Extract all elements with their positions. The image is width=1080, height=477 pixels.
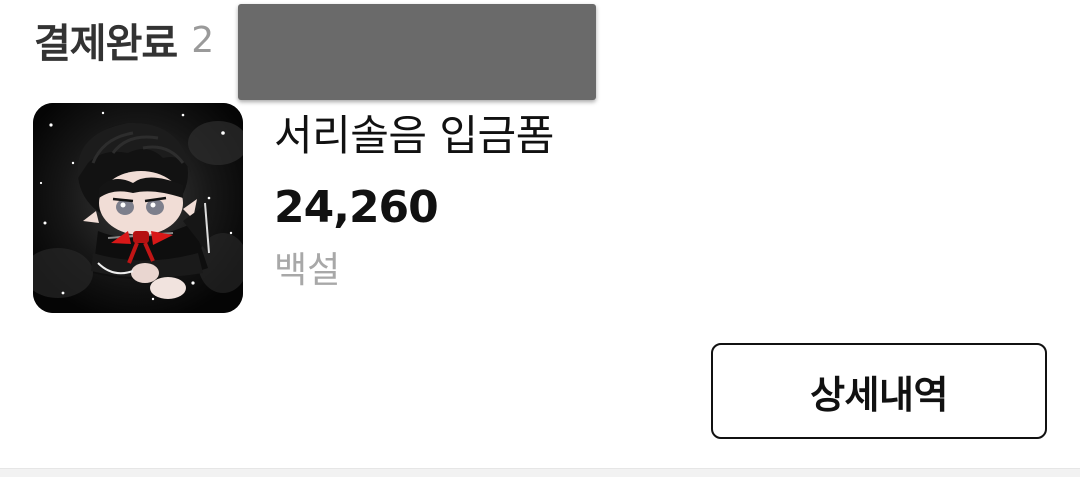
order-date: 2 [191, 19, 215, 61]
product-option: 백설 [274, 250, 341, 291]
product-name[interactable]: 서리솔음 입금폼 [274, 106, 554, 166]
redaction-box [238, 4, 596, 100]
order-details-button[interactable]: 상세내역 [711, 343, 1047, 439]
product-price: 24,260 [274, 182, 439, 233]
product-thumbnail[interactable] [33, 103, 243, 313]
product-info: 서리솔음 입금폼 24,260 백설 [274, 106, 554, 296]
order-status-title: 결제완료 [34, 21, 178, 67]
order-header: 결제완료 2 [34, 12, 214, 68]
plush-doll-photo-icon [33, 103, 243, 313]
